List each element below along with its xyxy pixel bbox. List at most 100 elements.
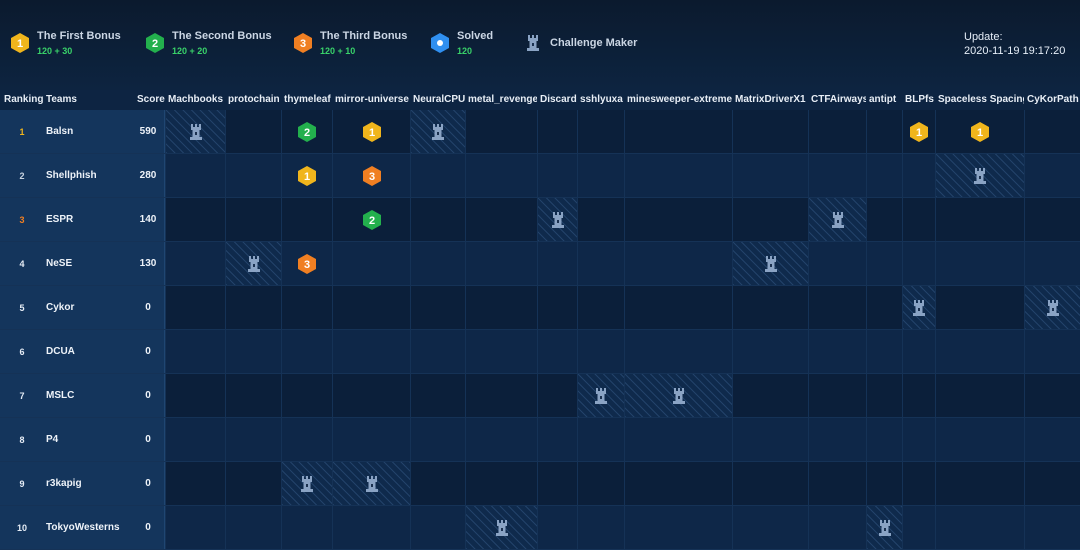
team-name[interactable]: NeSE (46, 242, 72, 285)
third-bonus-icon: 3 (294, 33, 312, 53)
challenge-cell (624, 330, 732, 373)
third-bonus-icon: 3 (362, 165, 381, 186)
score-cell: 0 (145, 434, 151, 445)
team-name[interactable]: Shellphish (46, 154, 97, 197)
challenge-cell (935, 330, 1024, 373)
rank-cell: 10 (16, 522, 27, 533)
challenge-header[interactable]: CyKorPath (1027, 90, 1080, 110)
challenge-cell (537, 374, 577, 417)
scoreboard-header: 1 The First Bonus 120 + 30 2 The Second Bonu… (0, 0, 1080, 90)
challenge-header[interactable]: metal_revenge (468, 90, 537, 110)
challenge-cell (866, 374, 902, 417)
challenge-maker-icon (189, 123, 202, 140)
challenge-cell (537, 198, 577, 241)
team-name[interactable]: DCUA (46, 330, 75, 373)
challenge-header[interactable]: Spaceless Spacing (938, 90, 1024, 110)
challenge-cell (732, 330, 808, 373)
challenge-header[interactable]: NeuralCPU (413, 90, 465, 110)
challenge-cell (410, 198, 465, 241)
challenge-cell (165, 506, 225, 549)
challenge-maker-icon (672, 387, 685, 404)
legend-points: 120 + 20 (172, 46, 208, 56)
challenge-cell (902, 198, 935, 241)
column-header-ranking: Ranking (4, 94, 44, 105)
column-header-score: Score (137, 94, 165, 105)
score-cell: 590 (139, 126, 157, 137)
team-name[interactable]: Cykor (46, 286, 74, 329)
rank-cell: 8 (19, 434, 25, 445)
update-label: Update: (964, 31, 1003, 43)
challenge-maker-icon (913, 299, 925, 316)
challenge-cell (410, 242, 465, 285)
challenge-cell (902, 286, 935, 329)
challenge-header[interactable]: Discard (540, 90, 577, 110)
challenge-cell (866, 198, 902, 241)
challenge-cell (1024, 374, 1080, 417)
challenge-cell (225, 374, 281, 417)
challenge-cell (624, 374, 732, 417)
challenge-header[interactable]: thymeleaf (284, 90, 332, 110)
legend-points: 120 + 10 (320, 46, 356, 56)
challenge-header[interactable]: antipt (869, 90, 902, 110)
challenge-cell (732, 242, 808, 285)
challenge-cell (866, 110, 902, 153)
challenge-cell (165, 330, 225, 373)
challenge-cell (165, 462, 225, 505)
challenge-maker-icon (831, 211, 844, 228)
challenge-cell (935, 418, 1024, 461)
challenge-header[interactable]: minesweeper-extreme (627, 90, 732, 110)
challenge-cell (165, 242, 225, 285)
score-cell: 0 (145, 302, 151, 313)
svg-text:1: 1 (916, 127, 922, 139)
challenge-cell (808, 506, 866, 549)
challenge-cell (537, 330, 577, 373)
score-cell: 130 (139, 258, 157, 269)
challenge-header[interactable]: MatrixDriverX1 (735, 90, 808, 110)
team-name[interactable]: MSLC (46, 374, 74, 417)
challenge-cell (732, 286, 808, 329)
challenge-header[interactable]: BLPfs (905, 90, 935, 110)
team-info: 6 DCUA 0 (0, 330, 165, 373)
challenge-cell: 3 (332, 154, 410, 197)
challenge-cell (332, 374, 410, 417)
challenge-cell (537, 418, 577, 461)
challenge-cell (808, 154, 866, 197)
challenge-header[interactable]: protochain (228, 90, 281, 110)
table-row: 3 ESPR 140 2 (0, 198, 1080, 242)
svg-text:1: 1 (977, 127, 983, 139)
challenge-maker-icon (551, 211, 564, 228)
challenge-cell (1024, 462, 1080, 505)
team-name[interactable]: P4 (46, 418, 58, 461)
team-name[interactable]: TokyoWesterns (46, 506, 120, 549)
rank-cell: 1 (19, 126, 25, 137)
challenge-cell (410, 110, 465, 153)
table-row: 4 NeSE 130 3 (0, 242, 1080, 286)
score-cell: 0 (145, 478, 151, 489)
challenge-cell (465, 110, 537, 153)
challenge-header[interactable]: sshlyuxa (580, 90, 624, 110)
rank-cell: 7 (19, 390, 25, 401)
challenge-cell (225, 418, 281, 461)
challenge-header[interactable]: Machbooks (168, 90, 225, 110)
challenge-cell (165, 286, 225, 329)
challenge-cell (332, 330, 410, 373)
team-name[interactable]: r3kapig (46, 462, 82, 505)
table-row: 5 Cykor 0 (0, 286, 1080, 330)
rank-cell: 4 (19, 258, 25, 269)
team-name[interactable]: Balsn (46, 110, 73, 153)
challenge-cell (332, 506, 410, 549)
challenge-header[interactable]: CTFAirways (811, 90, 866, 110)
second-bonus-icon: 2 (146, 33, 164, 53)
challenge-cell (624, 506, 732, 549)
challenge-maker-icon (301, 475, 313, 492)
challenge-cell (410, 330, 465, 373)
challenge-cell (866, 242, 902, 285)
challenge-header[interactable]: mirror-universe (335, 90, 410, 110)
challenge-cell (808, 330, 866, 373)
challenge-cell (332, 418, 410, 461)
challenge-cell (577, 462, 624, 505)
team-name[interactable]: ESPR (46, 198, 73, 241)
challenge-cell (332, 286, 410, 329)
challenge-maker-icon (495, 519, 508, 536)
challenge-cell (624, 286, 732, 329)
